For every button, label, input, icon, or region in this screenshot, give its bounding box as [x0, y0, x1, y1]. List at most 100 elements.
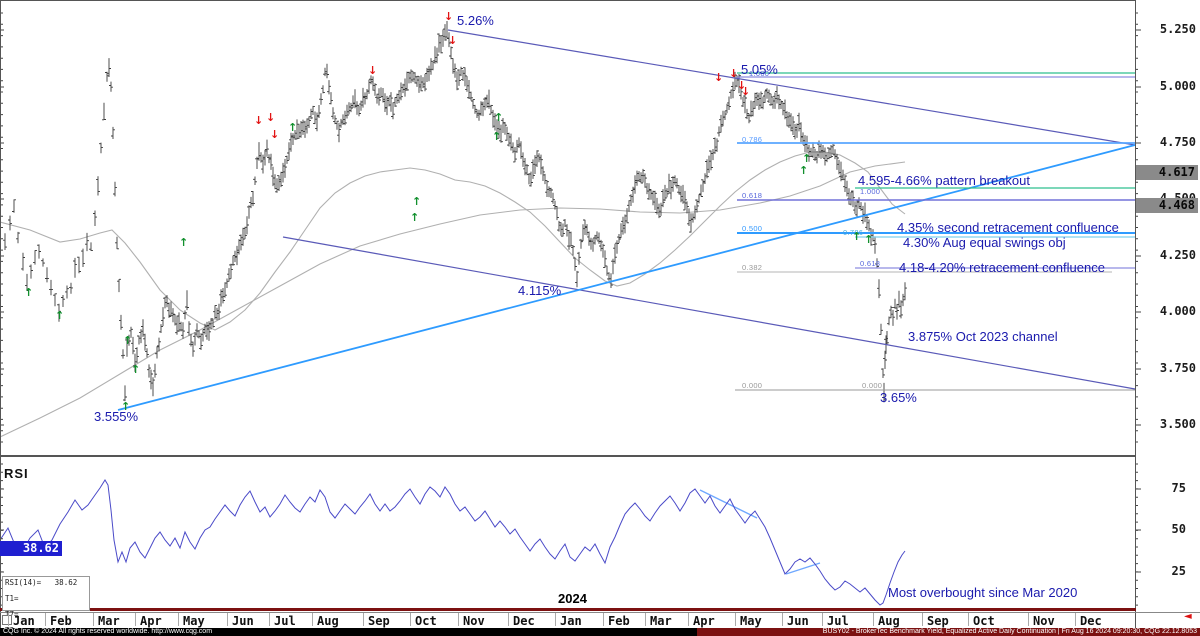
sell-signal-arrow-icon: ↓ [448, 35, 457, 46]
rsi-axis-label: 50 [1146, 522, 1186, 536]
sell-signal-arrow-icon: ↓ [741, 86, 750, 97]
scroll-to-end-icon[interactable]: ◄ [1184, 611, 1192, 622]
price-axis-label: 4.250 [1140, 248, 1196, 262]
month-tick [555, 613, 556, 626]
month-axis-label: Jan [13, 614, 35, 628]
rsi-param-line1: RSI(14)= 38.62 [5, 578, 77, 587]
buy-signal-arrow-icon: ↑ [492, 131, 501, 142]
price-axis-badge: 4.617 [1136, 165, 1198, 180]
month-tick [688, 613, 689, 626]
annotation-text[interactable]: 4.35% second retracement confluence [897, 220, 1119, 235]
sell-signal-arrow-icon: ↓ [729, 68, 738, 79]
month-axis-label: Sep [927, 614, 949, 628]
month-axis-label: Oct [973, 614, 995, 628]
annotation-text[interactable]: 3.555% [94, 409, 138, 424]
fib-level-label: 0.382 [742, 263, 762, 272]
instrument-status-text[interactable]: BUSY02 - BrokerTec Benchmark Yield, Equa… [697, 628, 1200, 636]
month-tick [782, 613, 783, 626]
price-axis-label: 5.000 [1140, 79, 1196, 93]
month-axis-label: Apr [693, 614, 715, 628]
annotation-text[interactable]: 3.65% [880, 390, 917, 405]
month-axis-label: Feb [608, 614, 630, 628]
month-tick [45, 613, 46, 626]
buy-signal-arrow-icon: ↑ [55, 310, 64, 321]
sell-signal-arrow-icon: ↓ [254, 115, 263, 126]
month-tick [508, 613, 509, 626]
month-axis-label: Sep [368, 614, 390, 628]
sell-signal-arrow-icon: ↓ [368, 65, 377, 76]
annotation-text[interactable]: 4.595-4.66% pattern breakout [858, 173, 1030, 188]
rsi-panel-title: RSI [4, 466, 29, 481]
month-axis-label: Aug [317, 614, 339, 628]
rsi-bottom-divider [0, 608, 1136, 611]
buy-signal-arrow-icon: ↑ [864, 234, 873, 245]
month-axis-checkbox[interactable] [2, 615, 12, 625]
month-tick [312, 613, 313, 626]
fib-level-label: 0.000 [742, 381, 762, 390]
buy-signal-arrow-icon: ↑ [799, 165, 808, 176]
chart-labels-layer: RSI RSI(14)= 38.62 T1= T7= T8= 2024 ◄ 5.… [0, 0, 1200, 636]
month-tick [458, 613, 459, 626]
month-tick [93, 613, 94, 626]
month-tick [922, 613, 923, 626]
month-tick [645, 613, 646, 626]
month-axis-label: Mar [98, 614, 120, 628]
month-axis-label: May [740, 614, 762, 628]
month-axis-label: Jul [827, 614, 849, 628]
month-axis-label: Nov [1033, 614, 1055, 628]
month-tick [1028, 613, 1029, 626]
month-tick [873, 613, 874, 626]
annotation-text[interactable]: 4.115% [518, 283, 561, 298]
rsi-parameter-box[interactable]: RSI(14)= 38.62 T1= T7= T8= [2, 576, 90, 611]
buy-signal-arrow-icon: ↑ [412, 196, 421, 207]
month-axis-label: Dec [1080, 614, 1102, 628]
buy-signal-arrow-icon: ↑ [410, 212, 419, 223]
buy-signal-arrow-icon: ↑ [494, 112, 503, 123]
month-tick [135, 613, 136, 626]
buy-signal-arrow-icon: ↑ [123, 335, 132, 346]
sell-signal-arrow-icon: ↓ [270, 129, 279, 140]
annotation-text[interactable]: 5.26% [457, 13, 494, 28]
price-axis-label: 4.750 [1140, 135, 1196, 149]
price-rsi-divider[interactable] [0, 455, 1136, 457]
month-axis-label: Jun [232, 614, 254, 628]
price-axis-label: 5.250 [1140, 22, 1196, 36]
buy-signal-arrow-icon: ↑ [131, 364, 140, 375]
month-tick [968, 613, 969, 626]
month-tick [363, 613, 364, 626]
month-tick [8, 613, 9, 626]
month-tick [1075, 613, 1076, 626]
sell-signal-arrow-icon: ↓ [444, 11, 453, 22]
month-axis-label: Dec [513, 614, 535, 628]
annotation-text[interactable]: 3.875% Oct 2023 channel [908, 329, 1058, 344]
annotation-text[interactable]: 5.05% [741, 62, 778, 77]
cqg-chart-window: RSI RSI(14)= 38.62 T1= T7= T8= 2024 ◄ 5.… [0, 0, 1200, 636]
buy-signal-arrow-icon: ↑ [852, 231, 861, 242]
buy-signal-arrow-icon: ↑ [179, 237, 188, 248]
month-tick [603, 613, 604, 626]
month-axis-label: Jan [560, 614, 582, 628]
month-axis-label: Oct [415, 614, 437, 628]
frame-top [0, 0, 1136, 1]
month-tick [410, 613, 411, 626]
annotation-text[interactable]: 4.18-4.20% retracement confluence [899, 260, 1105, 275]
rsi-axis-label: 75 [1146, 481, 1186, 495]
month-axis-label: Mar [650, 614, 672, 628]
year-label: 2024 [558, 591, 587, 606]
month-axis-label: Jun [787, 614, 809, 628]
annotation-text[interactable]: 4.30% Aug equal swings obj [903, 235, 1066, 250]
month-tick [822, 613, 823, 626]
buy-signal-arrow-icon: ↑ [24, 287, 33, 298]
annotation-text[interactable]: Most overbought since Mar 2020 [888, 585, 1077, 600]
rsi-param-line2: T1= [5, 594, 19, 603]
fib-level-label: 0.500 [742, 224, 762, 233]
month-tick [227, 613, 228, 626]
sell-signal-arrow-icon: ↓ [714, 72, 723, 83]
month-tick [269, 613, 270, 626]
fib-level-label: 0.786 [742, 135, 762, 144]
sell-signal-arrow-icon: ↓ [266, 112, 275, 123]
month-axis-label: Jul [274, 614, 296, 628]
month-axis-label: Aug [878, 614, 900, 628]
month-tick [178, 613, 179, 626]
rsi-axis-label: 25 [1146, 564, 1186, 578]
